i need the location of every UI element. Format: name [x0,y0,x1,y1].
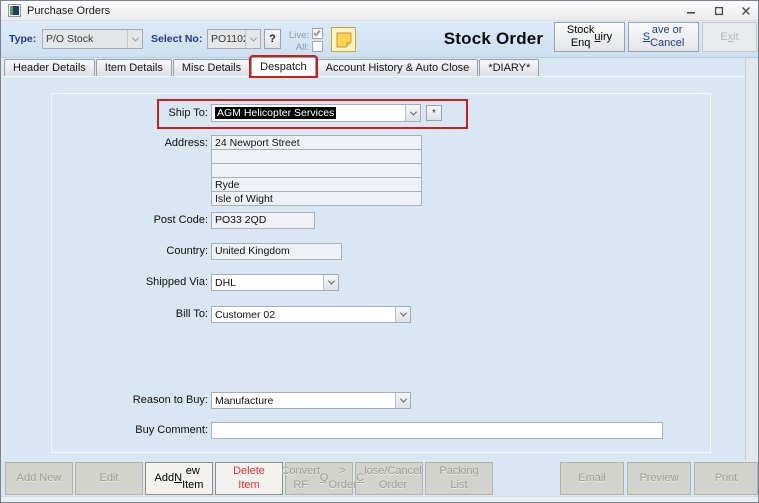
ship-to-label: Ship To: [168,107,208,119]
chevron-down-icon[interactable] [127,30,142,48]
tab-despatch[interactable]: Despatch [251,57,316,76]
stock-enquiry-button[interactable]: Stock Enq u iry [554,22,625,52]
chevron-down-icon[interactable] [395,393,410,408]
restore-icon[interactable] [709,3,728,18]
bottom-button-bar: Add New Edit Add New Item Delete Item Conv… [1,460,758,496]
ship-to-aux-button[interactable]: * [426,105,442,121]
chevron-down-icon[interactable] [395,307,410,322]
note-button[interactable] [331,27,356,52]
purchase-orders-window: Purchase Orders Type: P/O Stock Select N… [0,0,759,503]
window-frame-left [1,58,4,460]
live-checkbox[interactable] [312,28,323,39]
buy-comment-input[interactable] [211,422,663,439]
packing-list-button[interactable]: Packing List [425,462,493,495]
save-or-cancel-button[interactable]: Save or Cancel [628,22,699,52]
convert-rfq-button[interactable]: Convert RF Q > Order [281,462,357,495]
window-frame-right [745,59,758,460]
email-button[interactable]: Email [560,462,624,495]
check-icon [313,28,321,37]
exit-button[interactable]: Ex it [702,22,757,52]
reason-to-buy-label: Reason to Buy: [132,394,208,406]
type-combobox[interactable]: P/O Stock [42,29,143,49]
tab-strip: Header Details Item Details Misc Details… [4,57,540,76]
window-title: Purchase Orders [27,5,111,17]
live-label: Live: [288,30,309,41]
print-button[interactable]: Print [694,462,758,495]
tab-item-details[interactable]: Item Details [95,59,172,76]
bill-to-combobox[interactable]: Customer 02 [211,306,411,323]
delete-item-button[interactable]: Delete Item [215,462,283,495]
edit-button[interactable]: Edit [75,462,143,495]
toolbar: Type: P/O Stock Select No: PO11028 ? Liv… [1,21,758,58]
window-frame-bottom [1,496,758,502]
sticky-note-icon [336,32,351,47]
page-title: Stock Order [443,29,544,48]
bill-to-label: Bill To: [175,308,208,320]
address-label: Address: [164,137,208,149]
select-no-combobox[interactable]: PO11028 [207,29,261,49]
chevron-down-icon[interactable] [405,105,420,121]
minimize-icon[interactable] [681,3,700,18]
app-icon [8,4,21,17]
all-label: All: [295,42,309,53]
post-code-label: Post Code: [153,214,208,226]
address-line-3[interactable] [211,163,422,178]
address-line-5[interactable]: Isle of Wight [211,191,422,206]
despatch-tab-page: Ship To: AGM Helicopter Services * Addre… [1,76,758,460]
tab-misc-details[interactable]: Misc Details [172,59,251,76]
tab-account-history[interactable]: Account History & Auto Close [316,59,479,76]
post-code-field[interactable]: PO33 2QD [211,212,315,229]
address-line-1[interactable]: 24 Newport Street [211,135,422,150]
all-checkbox[interactable] [312,41,323,52]
address-line-2[interactable] [211,149,422,164]
address-line-4[interactable]: Ryde [211,177,422,192]
chevron-down-icon[interactable] [245,30,260,48]
buy-comment-label: Buy Comment: [135,424,208,436]
country-label: Country: [166,245,208,257]
chevron-down-icon[interactable] [323,275,338,290]
tab-diary[interactable]: *DIARY* [479,59,540,76]
close-icon[interactable] [736,3,755,18]
reason-to-buy-combobox[interactable]: Manufacture [211,392,411,409]
add-new-item-button[interactable]: Add New Item [145,462,213,495]
country-field[interactable]: United Kingdom [211,243,342,260]
tab-header-details[interactable]: Header Details [4,59,95,76]
close-cancel-order-button[interactable]: Close/Cancel Order [355,462,423,495]
ship-to-value: AGM Helicopter Services [215,107,337,119]
shipped-via-label: Shipped Via: [145,276,208,288]
shipped-via-combobox[interactable]: DHL [211,274,339,291]
type-label: Type: [9,33,37,45]
titlebar: Purchase Orders [1,1,758,21]
ship-to-combobox[interactable]: AGM Helicopter Services [211,104,421,122]
preview-button[interactable]: Preview [627,462,691,495]
add-new-button[interactable]: Add New [5,462,73,495]
select-no-label: Select No: [151,33,203,45]
